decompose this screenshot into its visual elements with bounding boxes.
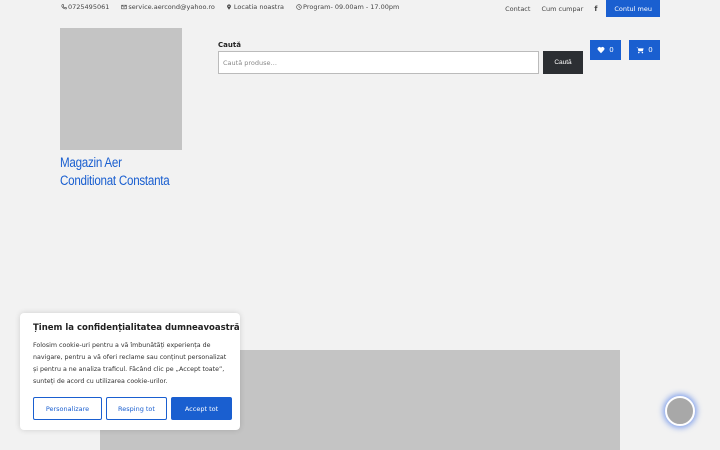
cookie-consent-banner: Ținem la confidențialitatea dumneavoastr… bbox=[20, 313, 240, 430]
reject-all-button[interactable]: Resping tot bbox=[106, 397, 167, 420]
cart-icon bbox=[636, 47, 644, 54]
phone-item[interactable]: 0725495061 bbox=[60, 3, 109, 11]
top-bar: 0725495061 service.aercond@yahoo.ro Loca… bbox=[0, 0, 720, 17]
logo-image[interactable] bbox=[60, 28, 182, 150]
search-button[interactable]: Caută bbox=[543, 51, 583, 74]
how-to-buy-link[interactable]: Cum cumpar bbox=[541, 5, 583, 13]
cart-button[interactable]: 0 bbox=[629, 40, 660, 60]
search-label: Caută bbox=[218, 41, 241, 49]
hours-item: Program- 09.00am - 17.00pm bbox=[295, 3, 399, 11]
contact-link[interactable]: Contact bbox=[505, 5, 530, 13]
location-item[interactable]: Locatia noastra bbox=[226, 3, 284, 11]
contact-info: 0725495061 service.aercond@yahoo.ro Loca… bbox=[60, 3, 399, 11]
email-item[interactable]: service.aercond@yahoo.ro bbox=[120, 3, 215, 11]
site-title[interactable]: Magazin Aer Conditionat Constanta bbox=[60, 154, 180, 190]
my-account-button[interactable]: Contul meu bbox=[606, 0, 660, 17]
cart-count: 0 bbox=[648, 46, 653, 54]
clock-icon bbox=[295, 4, 302, 11]
phone-number: 0725495061 bbox=[68, 3, 110, 11]
hours-label: Program- 09.00am - 17.00pm bbox=[303, 3, 400, 11]
top-nav: Contact Cum cumpar f Contul meu bbox=[494, 0, 660, 17]
facebook-icon[interactable]: f bbox=[594, 5, 597, 13]
customize-button[interactable]: Personalizare bbox=[33, 397, 102, 420]
floating-chat-button[interactable] bbox=[665, 396, 695, 426]
location-label: Locatia noastra bbox=[233, 3, 285, 11]
mail-icon bbox=[120, 4, 127, 11]
heart-icon bbox=[597, 46, 605, 54]
wishlist-button[interactable]: 0 bbox=[590, 40, 621, 60]
wishlist-count: 0 bbox=[609, 46, 614, 54]
search-input[interactable] bbox=[218, 51, 539, 74]
cookie-title: Ținem la confidențialitatea dumneavoastr… bbox=[33, 323, 240, 333]
phone-icon bbox=[60, 4, 67, 11]
cookie-text: Folosim cookie-uri pentru a vă îmbunătăț… bbox=[33, 342, 227, 385]
map-marker-icon bbox=[226, 4, 233, 11]
email-address: service.aercond@yahoo.ro bbox=[128, 3, 215, 11]
cookie-buttons: Personalizare Resping tot Accept tot bbox=[33, 397, 232, 420]
accept-all-button[interactable]: Accept tot bbox=[171, 397, 232, 420]
